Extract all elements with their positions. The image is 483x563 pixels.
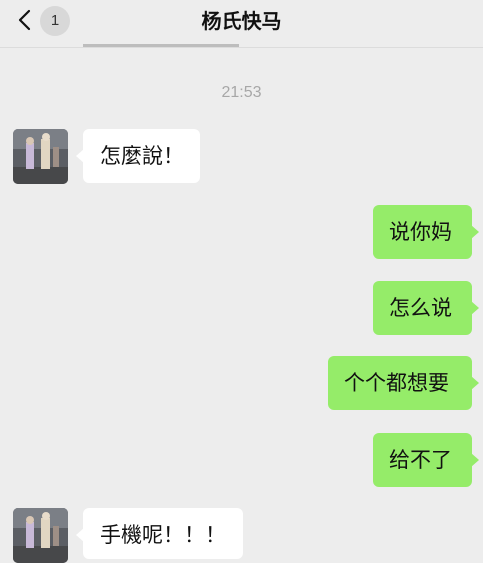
message-bubble-received[interactable]: 手機呢！！！ [76,508,243,559]
header-divider [0,47,483,48]
message-text: 手機呢！！！ [100,523,226,547]
contact-avatar[interactable] [13,129,68,184]
message-bubble-sent[interactable]: 说你妈 [373,205,479,259]
message-text: 怎么说 [389,296,452,320]
message-timestamp: 21:53 [221,84,262,101]
message-bubble-sent[interactable]: 给不了 [373,433,479,487]
chat-header: 1 杨氏快马 [0,0,483,44]
message-text: 个个都想要 [344,371,449,395]
message-bubble-sent[interactable]: 个个都想要 [328,356,479,410]
message-bubble-sent[interactable]: 怎么说 [373,281,479,335]
chat-title: 杨氏快马 [201,9,282,33]
message-text: 给不了 [389,448,452,472]
contact-avatar[interactable] [13,508,68,563]
message-text: 说你妈 [389,220,452,244]
message-text: 怎麼說！ [100,144,184,168]
message-bubble-received[interactable]: 怎麼說！ [76,129,200,183]
